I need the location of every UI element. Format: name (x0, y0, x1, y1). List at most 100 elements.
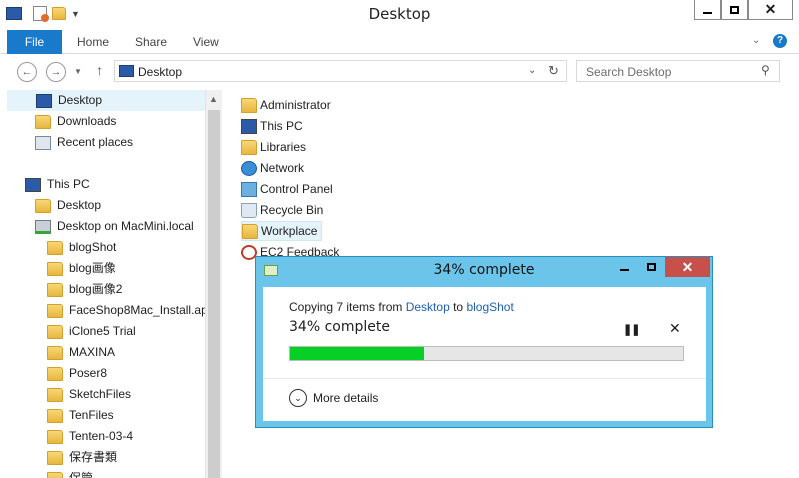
file-item[interactable]: Control Panel (241, 179, 333, 199)
maximize-icon (647, 263, 656, 271)
scrollbar-thumb[interactable] (208, 110, 220, 478)
tab-share[interactable]: Share (135, 30, 167, 54)
file-item-selected[interactable]: Workplace (241, 221, 323, 241)
nav-item-label: Desktop (57, 198, 102, 212)
nav-item-this-pc[interactable]: This PC (25, 174, 90, 195)
nav-item-label: blog画像 (69, 261, 116, 275)
user-folder-icon (241, 97, 257, 113)
nav-item-label: Poser8 (69, 366, 108, 380)
file-item[interactable]: Administrator (241, 95, 331, 115)
ribbon-expand-icon[interactable]: ⌄ (752, 35, 760, 46)
folder-icon (47, 324, 63, 339)
nav-folder-item[interactable]: Poser8 (47, 363, 107, 384)
folder-icon (47, 303, 63, 318)
folder-icon (35, 198, 51, 213)
nav-item-label: SketchFiles (69, 387, 132, 401)
file-item-label: Recycle Bin (260, 203, 324, 217)
copy-status-line: Copying 7 items from Desktop to blogShot (289, 300, 514, 314)
file-item[interactable]: This PC (241, 116, 303, 136)
this-pc-icon (241, 118, 257, 134)
nav-folder-item[interactable]: blog画像2 (47, 279, 122, 300)
back-button[interactable]: ← (17, 62, 37, 82)
navigation-scrollbar[interactable]: ▲ (205, 90, 222, 478)
maximize-button[interactable] (721, 0, 748, 20)
tab-home[interactable]: Home (77, 30, 109, 54)
more-details-label: More details (313, 391, 379, 405)
nav-item-label: MAXINA (69, 345, 116, 359)
percent-label: 34% complete (289, 319, 390, 335)
nav-item-label: Downloads (57, 114, 117, 128)
more-details-toggle[interactable]: ⌄ More details (289, 389, 378, 407)
search-placeholder: Search Desktop (586, 65, 672, 79)
pause-icon[interactable]: ❚❚ (623, 323, 640, 336)
nav-folder-item[interactable]: TenFiles (47, 405, 114, 426)
desktop-location-icon (119, 65, 134, 77)
nav-folder-item[interactable]: Tenten-03-4 (47, 426, 133, 447)
nav-item-network-drive[interactable]: Desktop on MacMini.local (35, 216, 194, 237)
folder-icon (47, 471, 63, 478)
search-input[interactable]: Search Desktop ⚲ (576, 60, 780, 82)
recent-locations-icon[interactable]: ▼ (74, 67, 82, 76)
copy-to-word: to (449, 300, 467, 314)
folder-icon (47, 450, 63, 465)
nav-item-label: blogShot (69, 240, 117, 254)
nav-folder-item[interactable]: 保存書類 (47, 447, 117, 468)
nav-folder-item[interactable]: blog画像 (47, 258, 116, 279)
dialog-close-button[interactable]: ✕ (665, 257, 710, 277)
dialog-maximize-button[interactable] (638, 257, 665, 277)
nav-folder-item[interactable]: SketchFiles (47, 384, 131, 405)
tab-view[interactable]: View (193, 30, 219, 54)
control-panel-icon (241, 181, 257, 197)
cancel-icon[interactable]: ✕ (669, 320, 681, 337)
nav-item-label: blog画像2 (69, 282, 123, 296)
nav-item-label: Desktop (58, 93, 103, 107)
ribbon-tabs: File Home Share View ⌄ ? (0, 30, 799, 54)
navigation-bar: ← → ▼ ↑ Desktop ⌄ ↻ Search Desktop ⚲ (0, 55, 799, 90)
scroll-up-icon[interactable]: ▲ (209, 94, 218, 104)
nav-item-downloads[interactable]: Downloads (35, 111, 116, 132)
minimize-icon (703, 11, 712, 14)
file-item[interactable]: Libraries (241, 137, 306, 157)
dialog-body: Copying 7 items from Desktop to blogShot… (263, 287, 706, 421)
source-link[interactable]: Desktop (406, 300, 450, 314)
file-item[interactable]: Network (241, 158, 304, 178)
destination-link[interactable]: blogShot (466, 300, 513, 314)
file-item-label: This PC (260, 119, 303, 133)
desktop-icon (36, 93, 52, 108)
dialog-minimize-button[interactable] (611, 257, 638, 277)
file-item[interactable]: Recycle Bin (241, 200, 323, 220)
recycle-bin-icon (241, 202, 257, 218)
close-icon: ✕ (764, 1, 777, 17)
help-icon[interactable]: ? (773, 34, 787, 48)
nav-item-label: Desktop on MacMini.local (57, 219, 194, 233)
forward-button[interactable]: → (46, 62, 66, 82)
nav-item-label: This PC (47, 177, 90, 191)
folder-icon (47, 366, 63, 381)
minimize-button[interactable] (694, 0, 721, 20)
nav-item-pc-desktop[interactable]: Desktop (35, 195, 101, 216)
nav-item-recent-places[interactable]: Recent places (35, 132, 133, 153)
folder-icon (242, 223, 258, 239)
nav-folder-item[interactable]: FaceShop8Mac_Install.app (47, 300, 205, 321)
address-path: Desktop (138, 65, 183, 79)
close-button[interactable]: ✕ (748, 0, 793, 20)
address-dropdown-icon[interactable]: ⌄ (528, 65, 536, 76)
folder-icon (47, 345, 63, 360)
search-icon[interactable]: ⚲ (761, 63, 770, 77)
nav-folder-item[interactable]: MAXINA (47, 342, 115, 363)
nav-folder-item[interactable]: blogShot (47, 237, 116, 258)
nav-folder-item[interactable]: iClone5 Trial (47, 321, 136, 342)
file-item-label: Libraries (260, 140, 307, 154)
nav-item-label: Tenten-03-4 (69, 429, 134, 443)
navigation-pane: Desktop Downloads Recent places This PC … (0, 90, 205, 478)
close-icon: ✕ (681, 258, 694, 275)
copy-progress-dialog: 34% complete ✕ Copying 7 items from Desk… (255, 256, 713, 428)
tab-file[interactable]: File (7, 30, 62, 54)
forward-arrow-icon: → (50, 66, 62, 78)
folder-icon (47, 261, 63, 276)
refresh-icon[interactable]: ↻ (548, 63, 559, 79)
nav-folder-item[interactable]: 保管 (47, 468, 93, 478)
nav-item-desktop-favorite[interactable]: Desktop (7, 90, 205, 111)
up-arrow-icon[interactable]: ↑ (96, 62, 103, 78)
address-field[interactable]: Desktop ⌄ ↻ (114, 60, 567, 82)
